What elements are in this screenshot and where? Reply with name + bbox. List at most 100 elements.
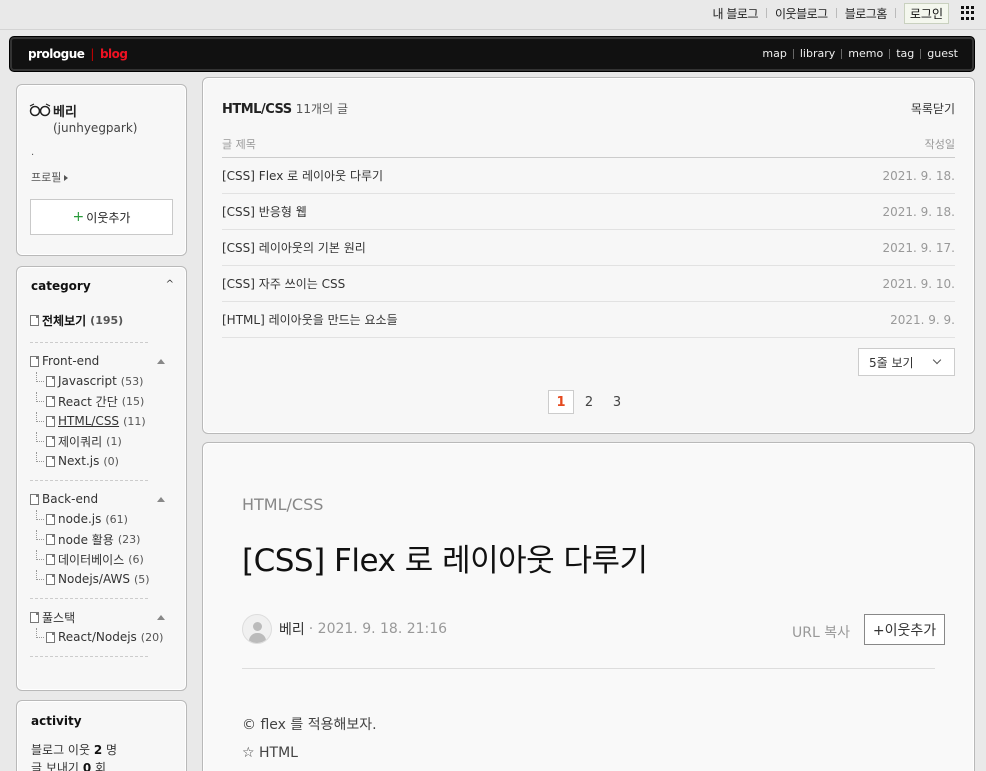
neighbor-count-unit: 명: [106, 743, 118, 757]
close-list-button[interactable]: 목록닫기: [911, 100, 955, 117]
category-item-selected[interactable]: HTML/CSS (11): [30, 411, 175, 431]
page-1[interactable]: 1: [548, 390, 574, 414]
add-neighbor-label: 이웃추가: [86, 210, 131, 225]
category-item[interactable]: React 간단 (15): [30, 391, 175, 411]
divider: [242, 668, 935, 669]
blog-brand: prologue | blog: [28, 47, 128, 61]
copy-url-button[interactable]: URL 복사: [792, 622, 850, 642]
tree-line: [36, 392, 44, 402]
collapse-icon[interactable]: ^: [166, 279, 174, 290]
blog-home-link[interactable]: 블로그홈: [837, 5, 895, 22]
divider: [30, 480, 148, 481]
menu-guest[interactable]: guest: [921, 47, 964, 60]
category-label: 전체보기: [42, 313, 87, 328]
post-list-panel: HTML/CSS 11개의 글 목록닫기 글 제목 작성일 [CSS] Flex…: [202, 77, 975, 434]
glasses-icon: [29, 103, 51, 117]
category-all[interactable]: 전체보기 (195): [30, 307, 175, 333]
document-icon: [46, 553, 55, 565]
menu-library[interactable]: library: [794, 47, 841, 60]
category-item[interactable]: Nodejs/AWS (5): [30, 569, 175, 589]
avatar[interactable]: [242, 614, 272, 644]
collapse-arrow-icon[interactable]: [157, 496, 165, 502]
table-row[interactable]: [HTML] 레이아웃을 만드는 요소들 2021. 9. 9.: [222, 302, 955, 338]
category-item[interactable]: node.js (61): [30, 509, 175, 529]
category-list: 전체보기 (195) Front-end Javascript (53) Reac…: [30, 307, 175, 665]
post-title: [CSS] Flex 로 레이아웃 다루기: [242, 543, 648, 579]
column-title: 글 제목: [222, 137, 256, 151]
post-meta: 베리 · 2021. 9. 18. 21:16: [242, 614, 447, 644]
category-item[interactable]: Javascript (53): [30, 371, 175, 391]
category-label: Back-end: [42, 492, 99, 506]
category-count: (15): [121, 394, 145, 408]
post-category[interactable]: HTML/CSS: [242, 495, 323, 514]
blog-link[interactable]: blog: [100, 47, 128, 61]
divider: [30, 342, 148, 343]
post-title-link[interactable]: [CSS] 레이아웃의 기본 원리: [222, 239, 366, 256]
post-list-category: HTML/CSS: [222, 102, 292, 117]
tree-line: [36, 628, 44, 638]
grid-icon[interactable]: [961, 5, 976, 21]
category-item[interactable]: React/Nodejs (20): [30, 627, 175, 647]
post-paragraph: ☆ HTML: [242, 745, 298, 761]
blog-menu: map library memo tag guest: [756, 47, 964, 60]
page-3[interactable]: 3: [604, 390, 630, 414]
category-label: Nodejs/AWS: [58, 572, 130, 586]
prologue-link[interactable]: prologue: [28, 47, 85, 61]
category-label: React 간단: [58, 394, 118, 409]
menu-map[interactable]: map: [756, 47, 792, 60]
my-blog-link[interactable]: 내 블로그: [705, 5, 766, 22]
category-item[interactable]: node 활용 (23): [30, 529, 175, 549]
menu-tag[interactable]: tag: [890, 47, 920, 60]
category-group-frontend[interactable]: Front-end: [30, 351, 175, 371]
tree-line: [36, 530, 44, 540]
profile-panel: 베리 (junhyegpark) . 프로필 + 이웃추가: [16, 84, 187, 256]
post-title-link[interactable]: [CSS] Flex 로 레이아웃 다루기: [222, 167, 383, 184]
tree-line: [36, 452, 44, 462]
category-count: (20): [140, 630, 164, 644]
add-neighbor-button[interactable]: +이웃추가: [864, 614, 945, 645]
document-icon: [46, 533, 55, 545]
category-label: 제이쿼리: [58, 434, 103, 449]
category-item[interactable]: 데이터베이스 (6): [30, 549, 175, 569]
post-date: 2021. 9. 18.: [882, 204, 955, 219]
category-title: category: [31, 279, 91, 293]
table-row[interactable]: [CSS] 자주 쓰이는 CSS 2021. 9. 10.: [222, 266, 955, 302]
category-panel: category ^ 전체보기 (195) Front-end Javascri…: [16, 266, 187, 691]
category-group-fullstack[interactable]: 풀스택: [30, 607, 175, 627]
category-count: (1): [106, 434, 122, 448]
category-label: 데이터베이스: [58, 552, 125, 567]
profile-link[interactable]: 프로필: [31, 169, 68, 185]
menu-memo[interactable]: memo: [842, 47, 889, 60]
global-nav-links: 내 블로그 이웃블로그 블로그홈 로그인: [705, 2, 976, 24]
profile-id: (junhyegpark): [53, 121, 138, 135]
login-button[interactable]: 로그인: [903, 2, 949, 24]
document-icon: [30, 314, 39, 326]
post-title-link[interactable]: [CSS] 반응형 웹: [222, 203, 307, 220]
post-title-link[interactable]: [HTML] 레이아웃을 만드는 요소들: [222, 311, 398, 328]
post-list-table: 글 제목 작성일 [CSS] Flex 로 레이아웃 다루기 2021. 9. 1…: [222, 130, 955, 338]
global-nav-bar: 내 블로그 이웃블로그 블로그홈 로그인: [0, 0, 986, 30]
table-row[interactable]: [CSS] Flex 로 레이아웃 다루기 2021. 9. 18.: [222, 158, 955, 194]
category-label: node.js: [58, 512, 102, 526]
post-send-unit: 회: [95, 761, 107, 771]
rows-per-page-select[interactable]: 5줄 보기: [858, 348, 955, 376]
post-send-row: 글 보내기 0 회: [31, 759, 106, 771]
table-row[interactable]: [CSS] 레이아웃의 기본 원리 2021. 9. 17.: [222, 230, 955, 266]
category-label: Next.js: [58, 454, 100, 468]
category-label: Javascript: [58, 374, 117, 388]
category-item[interactable]: Next.js (0): [30, 451, 175, 471]
post-date: 2021. 9. 18.: [882, 168, 955, 183]
table-row[interactable]: [CSS] 반응형 웹 2021. 9. 18.: [222, 194, 955, 230]
post-title-link[interactable]: [CSS] 자주 쓰이는 CSS: [222, 275, 345, 292]
neighbor-blog-link[interactable]: 이웃블로그: [767, 5, 836, 22]
category-item[interactable]: 제이쿼리 (1): [30, 431, 175, 451]
page-2[interactable]: 2: [576, 390, 602, 414]
post-author[interactable]: 베리: [279, 619, 305, 639]
category-label: node 활용: [58, 532, 114, 547]
category-group-backend[interactable]: Back-end: [30, 489, 175, 509]
collapse-arrow-icon[interactable]: [157, 614, 165, 620]
collapse-arrow-icon[interactable]: [157, 358, 165, 364]
column-date: 작성일: [924, 137, 955, 151]
category-label: HTML/CSS: [58, 414, 120, 428]
add-neighbor-button[interactable]: + 이웃추가: [30, 199, 173, 235]
